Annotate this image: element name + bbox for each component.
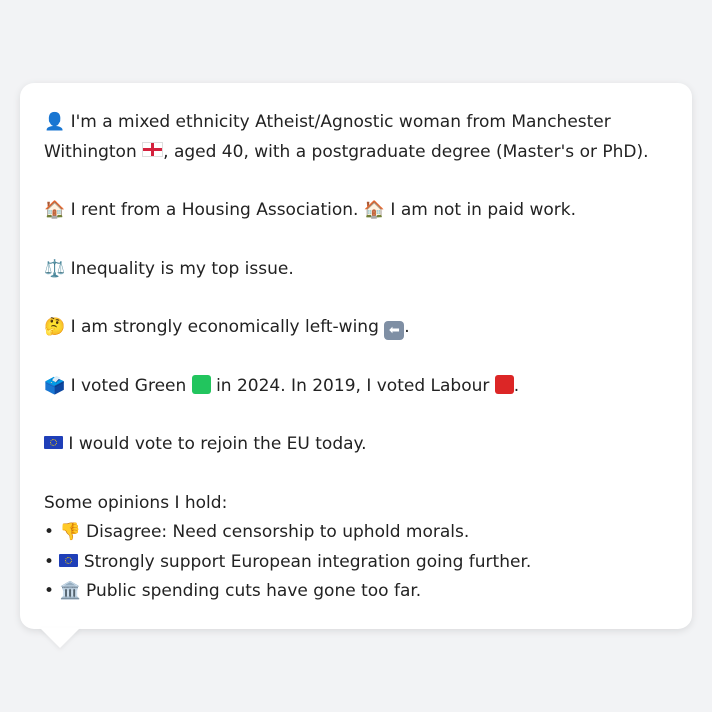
eu-flag-icon [59, 553, 79, 567]
list-item: • 👎 Disagree: Need censorship to uphold … [44, 518, 668, 548]
eu-flag-icon [44, 436, 63, 449]
opinion-text: Strongly support European integration go… [83, 551, 532, 572]
opinion-text: Public spending cuts have gone too far. [86, 581, 422, 601]
eu-paragraph: I would vote to rejoin the EU today. [44, 430, 668, 460]
opinions-header: Some opinions I hold: [44, 492, 228, 513]
classical-building-icon: 🏛️ [59, 581, 81, 601]
opinions-paragraph: Some opinions I hold: • 👎 Disagree: Need… [44, 489, 668, 607]
identity-text-2: , aged 40, with a postgraduate degree (M… [163, 141, 649, 162]
votes-text-2024: I voted Green [70, 375, 187, 396]
england-flag-icon [142, 141, 164, 157]
opinion-text: Disagree: Need censorship to uphold mora… [86, 522, 470, 542]
red-square-icon [494, 374, 514, 394]
identity-text-1: I'm a mixed ethnicity Atheist/Agnostic w… [70, 112, 611, 132]
scales-icon: ⚖️ [44, 258, 66, 279]
housing-rent-text: I rent from a Housing Association. [70, 200, 359, 220]
speech-bubble-tail [40, 628, 80, 648]
list-item: • Strongly support European integration … [44, 548, 668, 578]
economics-text: I am strongly economically left-wing [70, 317, 379, 337]
economics-paragraph: 🤔 I am strongly economically left-wing ⬅… [44, 313, 668, 343]
eu-text: I would vote to rejoin the EU today. [68, 434, 367, 454]
bullet: • [44, 581, 55, 601]
votes-text-2019: in 2024. In 2019, I voted Labour [216, 375, 490, 396]
profile-card: 👤 I'm a mixed ethnicity Atheist/Agnostic… [20, 83, 692, 629]
identity-paragraph: 👤 I'm a mixed ethnicity Atheist/Agnostic… [44, 108, 668, 167]
issue-paragraph: ⚖️ Inequality is my top issue. [44, 255, 668, 285]
economics-period: . [404, 317, 410, 337]
bullet: • [44, 522, 55, 542]
thumbs-down-icon: 👎 [59, 522, 81, 542]
house-icon: 🏠 [363, 200, 385, 220]
thinking-face-icon: 🤔 [44, 317, 66, 337]
ballot-box-icon: 🗳️ [44, 375, 66, 396]
bullet: • [44, 551, 55, 572]
housing-paragraph: 🏠 I rent from a Housing Association. 🏠 I… [44, 196, 668, 226]
votes-period: . [513, 375, 520, 396]
house-icon: 🏠 [44, 200, 66, 220]
housing-work-text: I am not in paid work. [390, 200, 577, 220]
identity-location: Withington [44, 141, 137, 162]
issue-text: Inequality is my top issue. [70, 258, 294, 279]
list-item: • 🏛️ Public spending cuts have gone too … [44, 577, 668, 607]
green-square-icon [191, 374, 211, 394]
left-arrow-icon: ⬅ [384, 321, 405, 340]
votes-paragraph: 🗳️ I voted Green in 2024. In 2019, I vot… [44, 372, 668, 402]
person-icon: 👤 [44, 112, 66, 132]
